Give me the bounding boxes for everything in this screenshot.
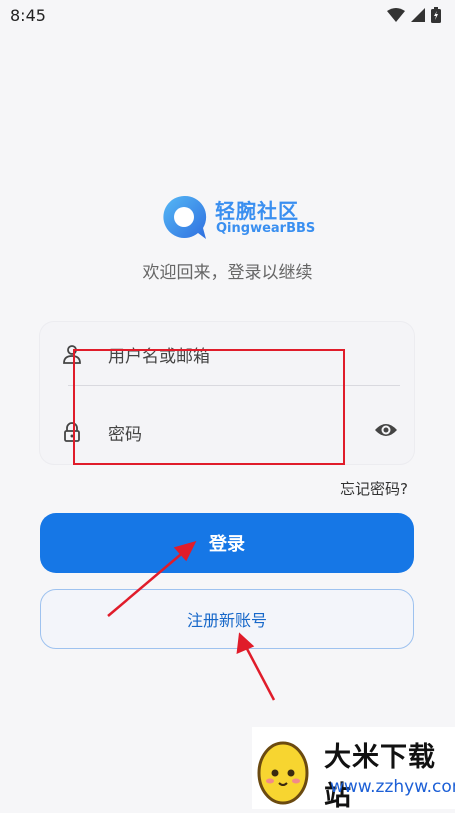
annotation-box: [73, 349, 345, 465]
watermark-title: 大米下载站: [324, 742, 436, 812]
egg-mascot-icon: [257, 741, 309, 805]
login-button[interactable]: 登录: [40, 513, 414, 573]
signal-icon: [411, 8, 425, 22]
wifi-icon: [387, 8, 405, 22]
logo-title: 轻腕社区: [215, 199, 299, 223]
status-time: 8:45: [10, 6, 46, 25]
eye-icon[interactable]: [374, 420, 398, 440]
battery-icon: [431, 7, 441, 23]
forgot-password-link[interactable]: 忘记密码?: [340, 478, 408, 499]
register-button[interactable]: 注册新账号: [40, 589, 414, 649]
app-logo: 轻腕社区 QingwearBBS: [160, 193, 315, 243]
logo-subtitle: QingwearBBS: [216, 221, 316, 236]
watermark: 大米下载站 www.zzhyw.com: [252, 727, 455, 812]
watermark-url: www.zzhyw.com: [330, 777, 455, 797]
chat-bubble-logo-icon: [163, 195, 207, 239]
status-icons: [387, 7, 441, 23]
status-bar: 8:45: [0, 0, 455, 32]
welcome-subtitle: 欢迎回来，登录以继续: [142, 263, 313, 283]
